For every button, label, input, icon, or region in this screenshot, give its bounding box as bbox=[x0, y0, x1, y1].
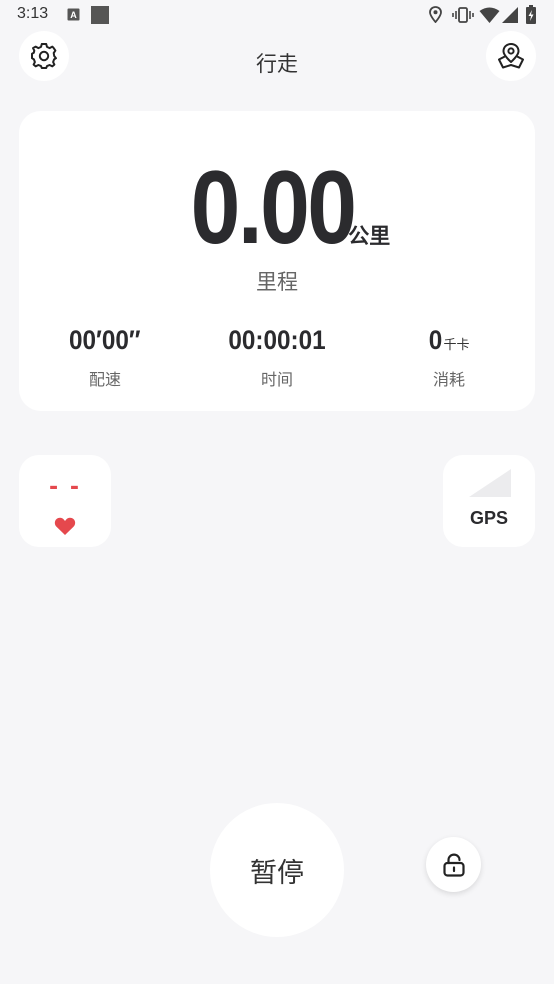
distance-value: 0.00 bbox=[190, 150, 356, 266]
status-bar: 3:13 A bbox=[0, 0, 554, 32]
signal-icon bbox=[469, 469, 511, 497]
lock-button[interactable] bbox=[426, 837, 481, 892]
distance-row: 0.00公里 bbox=[19, 149, 535, 268]
pace-value: 00′00″ bbox=[69, 325, 141, 355]
pause-label: 暂停 bbox=[250, 857, 304, 889]
calories-unit: 千卡 bbox=[443, 338, 470, 353]
pace-label: 配速 bbox=[88, 370, 121, 389]
gps-label: GPS bbox=[469, 508, 508, 528]
time-metric: 00:00:01 时间 bbox=[191, 325, 363, 390]
cell-signal-icon bbox=[502, 7, 518, 23]
time-label: 时间 bbox=[260, 370, 293, 389]
vibrate-icon bbox=[452, 7, 474, 23]
wifi-icon bbox=[479, 7, 500, 23]
heart-rate-tile[interactable]: - - bbox=[19, 455, 111, 547]
heart-icon bbox=[54, 517, 76, 535]
heart-rate-value: - - bbox=[49, 475, 81, 500]
pause-button[interactable]: 暂停 bbox=[210, 803, 344, 937]
distance-label: 里程 bbox=[256, 270, 298, 294]
map-pin-icon bbox=[498, 43, 524, 69]
calories-label: 消耗 bbox=[432, 370, 465, 389]
calories-metric: 0千卡 消耗 bbox=[363, 325, 535, 390]
map-button[interactable] bbox=[486, 31, 536, 81]
workout-screen: 3:13 A 行走 0.00公里 里程 00′00″ 配速 00:00:01 时… bbox=[0, 0, 554, 984]
calories-value: 0 bbox=[429, 325, 443, 355]
notification-a-icon: A bbox=[67, 8, 80, 21]
location-icon bbox=[429, 6, 442, 23]
page-title: 行走 bbox=[256, 52, 298, 76]
status-time: 3:13 bbox=[17, 5, 49, 22]
unlock-icon bbox=[442, 853, 465, 877]
stats-card: 0.00公里 里程 00′00″ 配速 00:00:01 时间 0千卡 消耗 bbox=[19, 111, 535, 411]
distance-unit: 公里 bbox=[348, 224, 391, 248]
gps-tile[interactable]: GPS bbox=[443, 455, 535, 547]
battery-icon bbox=[526, 5, 536, 24]
time-value: 00:00:01 bbox=[228, 325, 326, 355]
notification-square-icon bbox=[91, 6, 109, 24]
svg-text:A: A bbox=[70, 10, 77, 20]
pace-metric: 00′00″ 配速 bbox=[19, 325, 191, 390]
